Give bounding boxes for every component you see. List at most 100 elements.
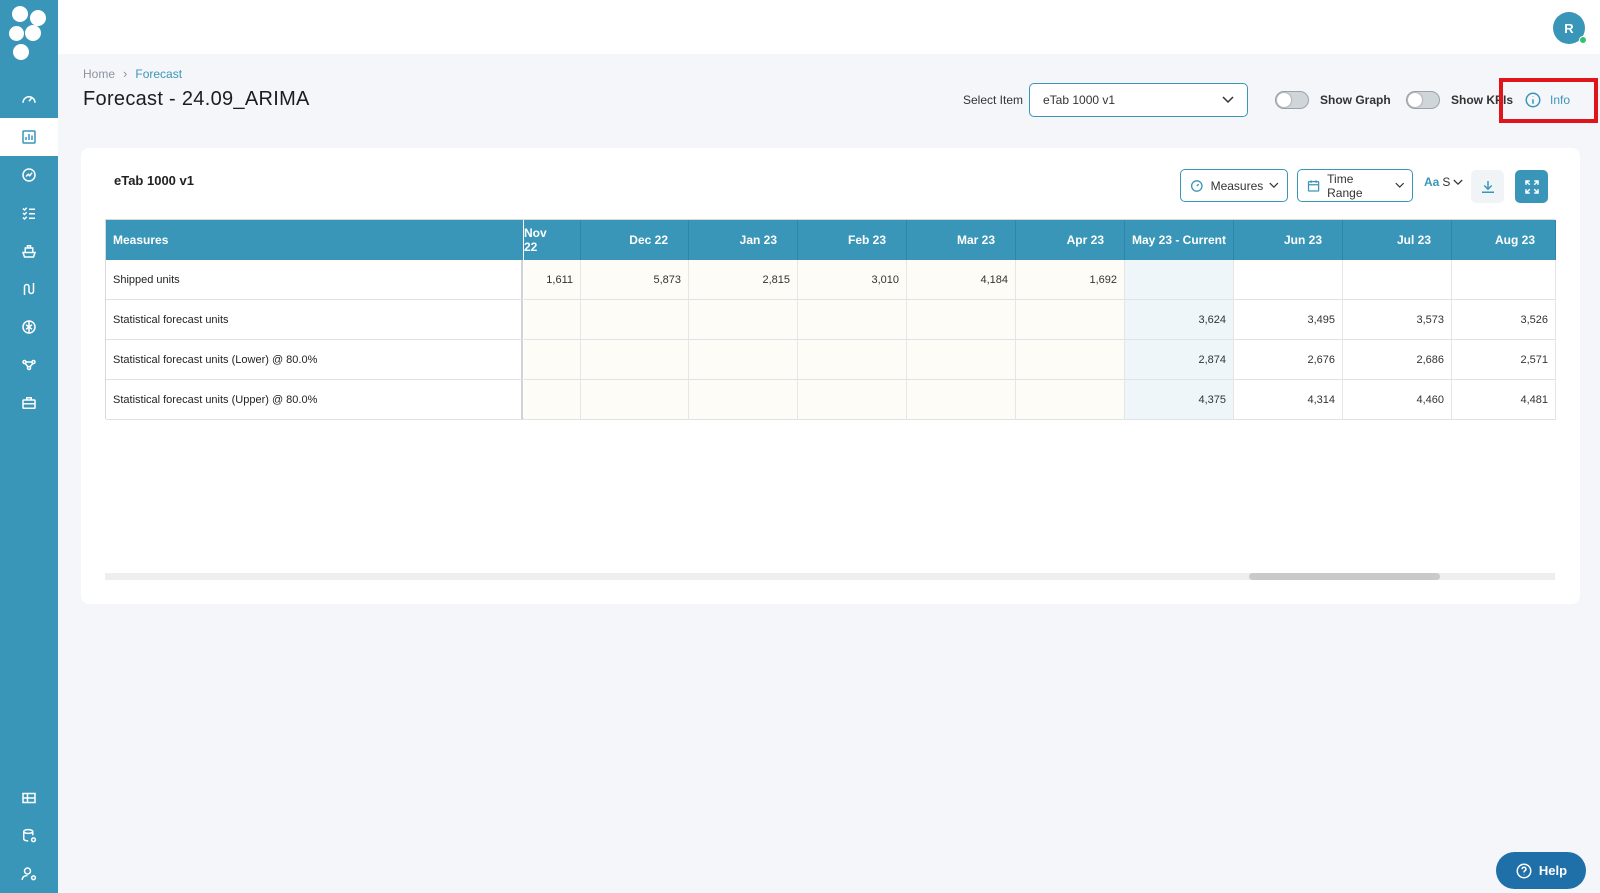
nav-routes[interactable] [0,270,58,308]
row-label: Statistical forecast units [106,300,523,340]
table-cell[interactable]: 2,571 [1452,340,1556,380]
breadcrumb-home[interactable]: Home [83,67,115,81]
table-cell[interactable]: 4,314 [1234,380,1343,420]
row-label: Statistical forecast units (Lower) @ 80.… [106,340,523,380]
column-header: Jan 23 [689,220,798,260]
table-cell[interactable]: 4,460 [1343,380,1452,420]
table-cell[interactable]: 2,686 [1343,340,1452,380]
select-item-dropdown[interactable]: eTab 1000 v1 [1029,83,1248,117]
table-cell[interactable] [689,300,798,340]
info-button[interactable]: Info [1524,91,1570,109]
online-status-dot [1579,36,1587,44]
table-cell[interactable] [1125,260,1234,300]
measures-header: Measures [106,220,523,260]
show-kpis-toggle[interactable] [1406,91,1440,109]
app-logo[interactable] [9,6,49,62]
table-cell[interactable]: 1,692 [1016,260,1125,300]
table-cell[interactable]: 3,573 [1343,300,1452,340]
nav-tasks[interactable] [0,194,58,232]
table-cell[interactable]: 2,874 [1125,340,1234,380]
table-cell[interactable] [907,340,1016,380]
table-cell[interactable]: 4,375 [1125,380,1234,420]
download-icon [1481,180,1494,193]
chevron-right-icon: › [123,66,128,81]
trend-circle-icon [22,168,36,182]
table-cell[interactable] [1016,380,1125,420]
table-cell[interactable] [1016,300,1125,340]
sidebar [0,0,58,893]
table-cell[interactable] [907,300,1016,340]
checklist-icon [22,207,35,221]
nav-analytics[interactable] [0,156,58,194]
fullscreen-button[interactable] [1515,170,1548,203]
table-cell[interactable]: 3,624 [1125,300,1234,340]
table-chart-icon [22,792,36,804]
table-cell[interactable] [1343,260,1452,300]
bar-chart-icon [22,130,36,144]
show-graph-toggle[interactable] [1275,91,1309,109]
column-header: Jun 23 [1234,220,1343,260]
table-cell[interactable] [1452,260,1556,300]
table-cell[interactable]: 3,010 [798,260,907,300]
nav-dashboard[interactable] [0,80,58,118]
nav-data-settings[interactable] [0,817,58,855]
font-size-value: S [1442,175,1451,189]
table-cell[interactable] [581,300,689,340]
table-cell[interactable]: 4,481 [1452,380,1556,420]
table-cell[interactable]: 3,526 [1452,300,1556,340]
table-cell[interactable] [689,380,798,420]
info-label: Info [1550,93,1571,107]
measures-button[interactable]: Measures [1180,169,1288,202]
table-cell[interactable] [1234,260,1343,300]
chevron-down-icon [1453,179,1463,185]
font-size-button[interactable]: Aa S [1424,175,1463,189]
select-item-value: eTab 1000 v1 [1043,93,1116,107]
nav-user-settings[interactable] [0,855,58,893]
table-cell[interactable]: 2,815 [689,260,798,300]
table-cell[interactable] [524,380,581,420]
download-button[interactable] [1471,170,1504,203]
network-icon [22,359,36,371]
help-circle-icon [1516,863,1532,878]
table-cell[interactable] [798,380,907,420]
top-bar [58,0,1600,54]
column-header: Jul 23 [1343,220,1452,260]
table-cell[interactable]: 5,873 [581,260,689,300]
nav-portfolio[interactable] [0,384,58,422]
nav-reports[interactable] [0,779,58,817]
table-cell[interactable] [524,340,581,380]
gauge-icon [1190,179,1203,192]
chevron-down-icon [1222,96,1234,104]
nav-forecast[interactable] [0,118,58,156]
card-title: eTab 1000 v1 [114,173,194,188]
table-cell[interactable] [524,300,581,340]
nav-ai[interactable] [0,308,58,346]
help-label: Help [1538,863,1568,878]
table-cell[interactable] [581,340,689,380]
table-cell[interactable] [689,340,798,380]
column-header: Feb 23 [798,220,907,260]
table-cell[interactable] [581,380,689,420]
measures-button-label: Measures [1210,178,1264,193]
route-icon [23,283,35,295]
gauge-icon [22,96,36,103]
table-cell[interactable]: 4,184 [907,260,1016,300]
horizontal-scrollbar-thumb[interactable] [1249,573,1440,580]
nav-shipping[interactable] [0,232,58,270]
time-range-button[interactable]: Time Range [1297,169,1413,202]
table-cell[interactable] [907,380,1016,420]
user-gear-icon [21,867,37,881]
briefcase-icon [22,397,36,409]
table-cell[interactable]: 1,611 [524,260,581,300]
info-icon [1525,92,1541,108]
breadcrumb-current: Forecast [135,66,183,81]
table-cell[interactable] [798,340,907,380]
table-cell[interactable] [798,300,907,340]
table-cell[interactable] [1016,340,1125,380]
table-cell[interactable]: 3,495 [1234,300,1343,340]
nav-network[interactable] [0,346,58,384]
table-cell[interactable]: 2,676 [1234,340,1343,380]
column-header: Apr 23 [1016,220,1125,260]
help-button[interactable]: Help [1496,852,1586,889]
show-graph-label: Show Graph [1320,93,1391,107]
